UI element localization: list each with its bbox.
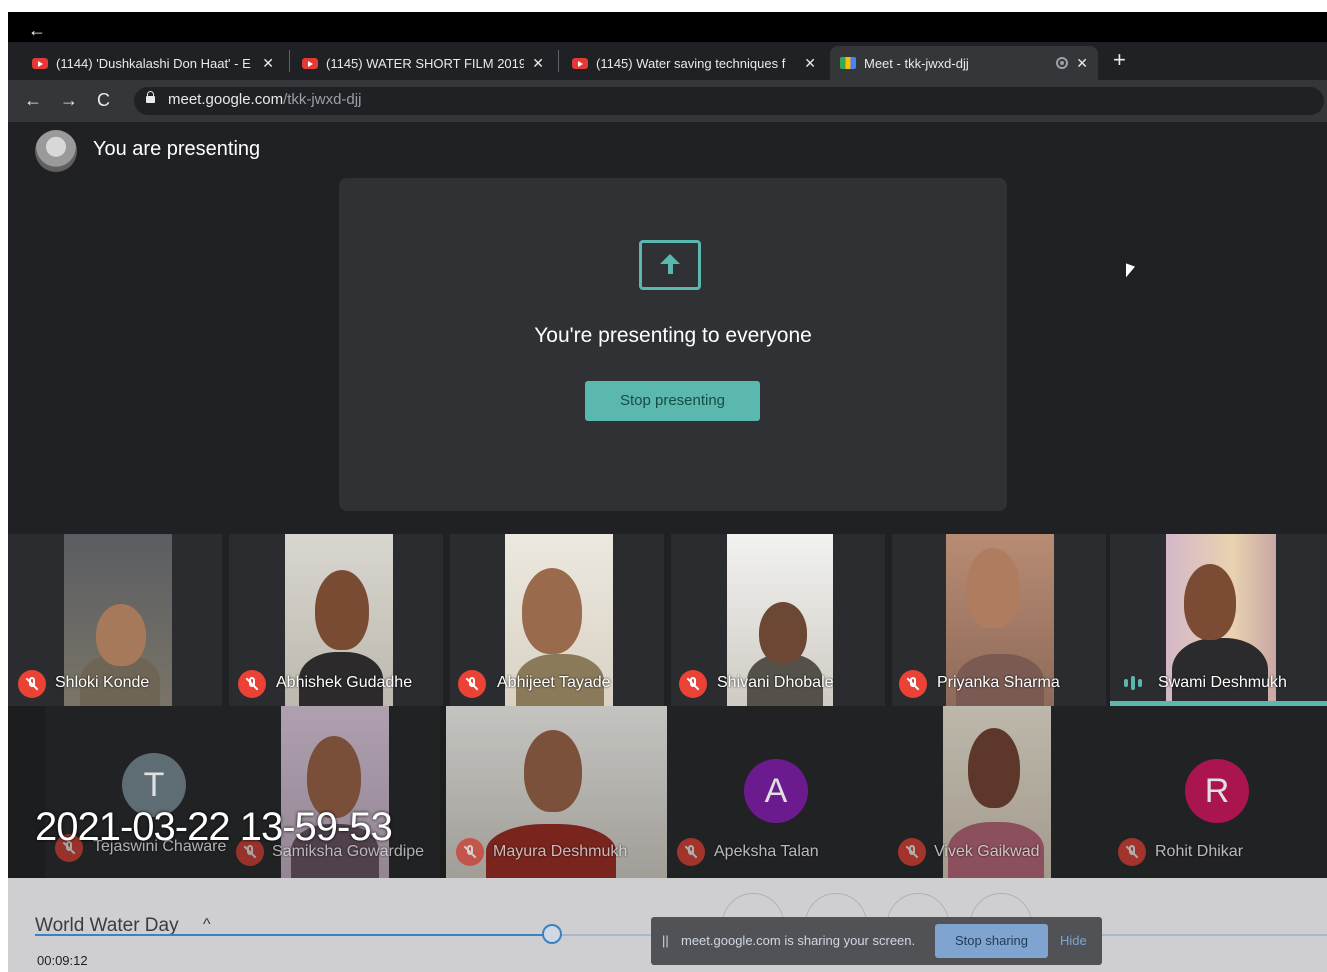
presenting-message: You're presenting to everyone [534,324,812,347]
participant-face [1184,564,1236,640]
participant-face [315,570,369,650]
mic-off-icon [18,670,46,698]
mic-off-icon [899,670,927,698]
close-icon[interactable]: ✕ [262,55,274,72]
drag-handle-icon[interactable]: || [662,933,669,948]
participant-tile[interactable]: Priyanka Sharma [892,534,1106,706]
close-icon[interactable]: ✕ [532,55,544,72]
url-domain: meet.google.com [168,91,284,108]
back-button[interactable]: ← [24,88,42,112]
participant-body [1172,638,1268,706]
mic-off-icon [238,670,266,698]
back-arrow-icon[interactable]: ← [28,20,46,40]
stop-presenting-button[interactable]: Stop presenting [585,381,760,421]
new-tab-button[interactable]: + [1113,48,1126,72]
url-text[interactable]: meet.google.com/tkk-jwxd-djj [168,91,361,108]
participant-tile[interactable]: Shivani Dhobale [671,534,885,706]
elapsed-time: 00:09:12 [37,953,88,968]
url-path: /tkk-jwxd-djj [283,91,362,108]
upload-arrow-icon [660,254,680,264]
meet-icon [840,57,856,69]
reload-button[interactable]: C [97,88,110,112]
mic-off-icon [458,670,486,698]
chevron-up-icon[interactable]: ^ [203,916,211,934]
tab-water-short-film[interactable]: (1145) WATER SHORT FILM 2019 ✕ [292,46,554,80]
tab-water-saving[interactable]: (1145) Water saving techniques f ✕ [562,46,826,80]
participant-face [966,548,1020,628]
mic-off-icon [679,670,707,698]
tab-title: (1145) Water saving techniques f [596,55,786,71]
tab-separator [289,50,290,72]
tab-title: (1145) WATER SHORT FILM 2019 [326,55,525,71]
lock-icon[interactable] [146,91,155,103]
participant-name: Shivani Dhobale [717,674,834,691]
grid-shade [8,706,1327,878]
participant-name: Priyanka Sharma [937,674,1060,691]
participant-name: Shloki Konde [55,674,150,691]
tab-title: (1144) 'Dushkalashi Don Haat' - E [56,55,251,71]
tab-title: Meet - tkk-jwxd-djj [864,55,969,71]
participant-face [522,568,582,654]
participant-tile[interactable]: Shloki Konde [8,534,222,706]
progress-fill [35,934,552,936]
youtube-icon [572,57,588,69]
participant-name: Abhijeet Tayade [497,674,611,691]
participant-name: Swami Deshmukh [1158,674,1287,691]
speaking-indicator-icon [1124,676,1144,690]
progress-handle[interactable] [542,924,562,944]
tab-meet[interactable]: Meet - tkk-jwxd-djj ✕ [830,46,1098,80]
presenting-label: You are presenting [93,138,261,160]
recording-icon [1056,57,1069,69]
participant-tile[interactable]: Abhishek Gudadhe [229,534,443,706]
participant-face [759,602,807,664]
stop-sharing-button[interactable]: Stop sharing [935,924,1048,958]
close-icon[interactable]: ✕ [1076,55,1088,72]
share-message: meet.google.com is sharing your screen. [681,933,916,948]
close-icon[interactable]: ✕ [804,55,816,72]
tab-dushkalashi[interactable]: (1144) 'Dushkalashi Don Haat' - E ✕ [22,46,284,80]
tab-separator [558,50,559,72]
participant-tile[interactable]: Abhijeet Tayade [450,534,664,706]
forward-button[interactable]: → [60,88,78,112]
youtube-icon [32,57,48,69]
youtube-icon [302,57,318,69]
participant-face [96,604,146,666]
mouse-cursor-icon [1126,263,1135,281]
participant-name: Abhishek Gudadhe [276,674,413,691]
hide-button[interactable]: Hide [1060,933,1087,948]
avatar [35,130,77,172]
upload-arrow-stem [668,264,673,274]
recording-timestamp: 2021-03-22 13-59-53 [35,805,393,849]
window-top-bar [8,12,1327,42]
